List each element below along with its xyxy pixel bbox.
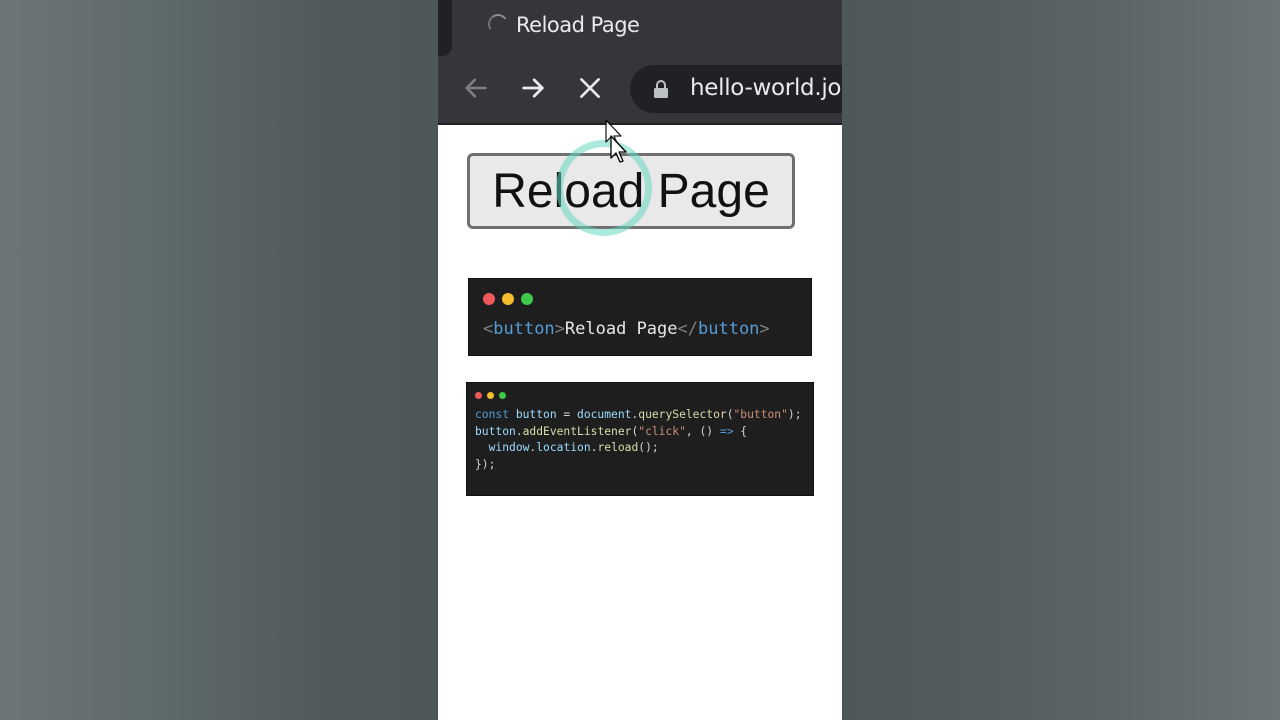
close-icon xyxy=(580,78,600,98)
code-token: location xyxy=(536,441,591,455)
tab-edge xyxy=(438,0,452,56)
code-token: button xyxy=(493,319,555,339)
code-token: Reload Page xyxy=(564,319,678,339)
background-right xyxy=(842,0,1280,720)
address-bar[interactable]: hello-world.jo xyxy=(630,65,842,113)
code-token: reload xyxy=(597,441,639,455)
reload-page-button[interactable]: Reload Page xyxy=(467,153,795,229)
code-token: , () xyxy=(685,424,720,438)
code-token: ( xyxy=(726,408,734,421)
code-line: button.addEventListener("click", () => { xyxy=(475,424,802,441)
tab-reload-page[interactable]: Reload Page xyxy=(452,0,842,56)
code-token: ); xyxy=(787,408,802,421)
tab-strip: Reload Page xyxy=(438,0,842,56)
code-token: const xyxy=(475,408,510,421)
close-dot-icon xyxy=(483,293,495,305)
forward-button[interactable] xyxy=(515,70,551,106)
code-token: > xyxy=(554,319,565,339)
code-line: }); xyxy=(475,457,802,474)
browser-toolbar: hello-world.jo xyxy=(438,56,842,125)
code-token: { xyxy=(733,424,748,438)
js-snippet-card: const button = document. querySelector("b… xyxy=(466,382,814,496)
maximize-dot-icon xyxy=(521,293,533,305)
window-controls xyxy=(475,392,506,399)
code-token: => xyxy=(719,424,734,438)
minimize-dot-icon xyxy=(502,293,514,305)
code-token: }); xyxy=(475,458,496,472)
url-text: hello-world.jo xyxy=(690,75,842,101)
code-token: </ xyxy=(677,319,698,339)
code-token: > xyxy=(759,319,770,339)
window-controls xyxy=(483,293,533,305)
maximize-dot-icon xyxy=(499,392,506,399)
html-code-line: <button>Reload Page</button> xyxy=(483,319,770,339)
code-token: button xyxy=(698,319,760,339)
code-token: addEventListener xyxy=(522,424,632,438)
code-token: = xyxy=(556,408,578,421)
code-token: querySelector xyxy=(638,408,727,421)
code-token: window xyxy=(488,441,530,455)
minimize-dot-icon xyxy=(487,392,494,399)
arrow-right-icon xyxy=(522,78,544,98)
background-left xyxy=(0,0,438,720)
js-code-block: const button = document. querySelector("b… xyxy=(475,407,802,474)
arrow-left-icon xyxy=(465,78,487,98)
tab-title: Reload Page xyxy=(516,13,640,37)
code-token: < xyxy=(483,319,494,339)
lock-icon xyxy=(654,80,668,98)
code-token: . xyxy=(515,424,523,438)
code-token: "click" xyxy=(638,424,686,438)
browser-window: Reload Page hello-world.jo Reload Page <… xyxy=(438,0,842,720)
code-token: button xyxy=(509,408,557,421)
stop-loading-button[interactable] xyxy=(572,70,608,106)
code-token: (); xyxy=(638,441,659,455)
code-token: document xyxy=(577,408,632,421)
code-line: const button = document.querySelector("b… xyxy=(475,407,802,424)
code-token: "button" xyxy=(733,408,788,421)
close-dot-icon xyxy=(475,392,482,399)
code-line: window.location.reload(); xyxy=(475,440,802,457)
back-button[interactable] xyxy=(458,70,494,106)
html-snippet-card: <button>Reload Page</button> xyxy=(468,278,812,356)
code-token: button xyxy=(475,424,516,438)
loading-spinner-icon xyxy=(486,12,510,36)
